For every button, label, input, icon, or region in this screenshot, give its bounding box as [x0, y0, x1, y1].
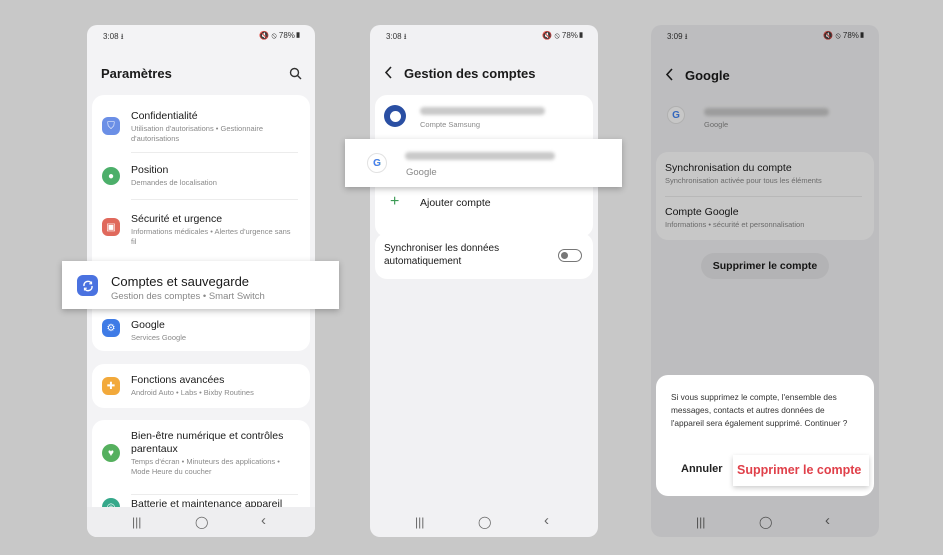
settings-item-subtitle: Utilisation d'autorisations • Gestionnai…	[131, 124, 264, 143]
add-account-button[interactable]: + Ajouter compte	[375, 191, 593, 221]
account-samsung[interactable]: Compte Samsung	[375, 95, 593, 139]
account-email-redacted	[405, 152, 555, 160]
back-button[interactable]: ‹	[544, 512, 549, 529]
settings-item-title: Sécurité et urgence	[131, 213, 223, 225]
settings-item-location[interactable]: ● Position Demandes de localisation	[92, 153, 310, 197]
location-pin-icon: ●	[102, 167, 120, 185]
google-icon: ⚙	[102, 319, 120, 337]
account-type: Compte Samsung	[420, 120, 481, 129]
recents-button[interactable]: |||	[132, 515, 141, 529]
account-type: Google	[406, 167, 437, 178]
add-account-label: Ajouter compte	[420, 197, 491, 209]
settings-item-title: Confidentialité	[131, 110, 198, 122]
account-google[interactable]: G Google	[345, 139, 622, 187]
back-button[interactable]: ‹	[261, 512, 266, 529]
emergency-icon: ▣	[102, 218, 120, 236]
chevron-left-icon[interactable]	[384, 66, 393, 84]
home-button[interactable]: ◯	[195, 515, 208, 529]
account-management-screen: 3:08 ⭳ 🔇 ⦸ 78%▮ Gestion des comptes Comp…	[370, 25, 598, 537]
account-email-redacted	[420, 107, 545, 115]
settings-item-security[interactable]: ▣ Sécurité et urgence Informations médic…	[92, 200, 310, 260]
auto-sync-toggle[interactable]	[558, 249, 582, 262]
samsung-account-icon	[384, 105, 406, 127]
settings-item-title: Bien-être numérique et contrôles parenta…	[131, 430, 284, 455]
settings-item-wellbeing[interactable]: ♥ Bien-être numérique et contrôles paren…	[92, 420, 310, 484]
status-icons: 🔇 ⦸ 78%▮	[542, 31, 584, 40]
settings-item-subtitle: Demandes de localisation	[131, 178, 217, 187]
settings-item-title: Fonctions avancées	[131, 374, 225, 386]
shield-icon: ⛉	[102, 117, 120, 135]
settings-item-title: Position	[131, 164, 169, 176]
accounts-backup-icon	[77, 275, 98, 296]
advanced-features-icon: ✚	[102, 377, 120, 395]
settings-item-subtitle: Informations médicales • Alertes d'urgen…	[131, 227, 291, 246]
status-bar: 3:08 ⭳ 🔇 ⦸ 78%▮	[370, 31, 598, 43]
nav-bar: ||| ◯ ‹	[370, 507, 598, 537]
page-title: Paramètres	[101, 66, 172, 81]
settings-item-title: Comptes et sauvegarde	[111, 274, 250, 289]
home-button[interactable]: ◯	[478, 515, 491, 529]
divider	[131, 494, 298, 495]
settings-group-privacy: ⛉ Confidentialité Utilisation d'autorisa…	[92, 95, 310, 287]
status-icons: 🔇 ⦸ 78%▮	[259, 31, 301, 40]
plus-icon: +	[390, 193, 400, 210]
google-icon: G	[367, 153, 387, 173]
auto-sync-label: Synchroniser les données automatiquement	[384, 243, 500, 267]
cancel-button[interactable]: Annuler	[681, 463, 723, 475]
settings-item-accounts-backup[interactable]: Comptes et sauvegarde Gestion des compte…	[62, 261, 339, 309]
settings-item-title: Google	[131, 319, 165, 331]
settings-item-subtitle: Gestion des comptes • Smart Switch	[111, 291, 265, 302]
nav-bar: ||| ◯ ‹	[87, 507, 315, 537]
status-bar: 3:08 ⭳ 🔇 ⦸ 78%▮	[87, 31, 315, 43]
confirm-remove-button[interactable]: Supprimer le compte	[733, 455, 869, 486]
settings-item-subtitle: Temps d'écran • Minuteurs des applicatio…	[131, 457, 280, 476]
search-icon[interactable]	[289, 67, 302, 85]
settings-item-advanced[interactable]: ✚ Fonctions avancées Android Auto • Labs…	[92, 364, 310, 408]
wellbeing-icon: ♥	[102, 444, 120, 462]
dialog-message: Si vous supprimez le compte, l'ensemble …	[671, 392, 848, 428]
sync-card: Synchroniser les données automatiquement	[375, 233, 593, 279]
recents-button[interactable]: |||	[415, 515, 424, 529]
settings-group-advanced: ✚ Fonctions avancées Android Auto • Labs…	[92, 364, 310, 408]
settings-item-subtitle: Services Google	[131, 333, 187, 342]
page-title: Gestion des comptes	[404, 66, 536, 81]
status-time: 3:08 ⭳	[386, 32, 407, 41]
confirm-remove-label: Supprimer le compte	[737, 463, 862, 477]
status-time: 3:08 ⭳	[103, 32, 124, 41]
settings-item-subtitle: Android Auto • Labs • Bixby Routines	[131, 388, 254, 397]
settings-item-privacy[interactable]: ⛉ Confidentialité Utilisation d'autorisa…	[92, 95, 310, 150]
